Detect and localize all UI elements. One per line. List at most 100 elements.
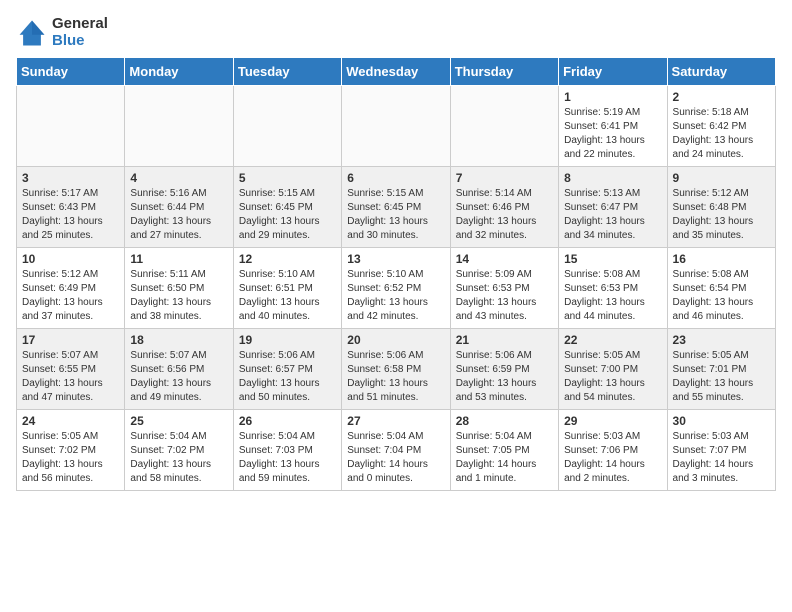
day-info: Sunrise: 5:08 AM Sunset: 6:53 PM Dayligh…: [564, 268, 661, 324]
day-number: 25: [130, 414, 227, 428]
day-info: Sunrise: 5:16 AM Sunset: 6:44 PM Dayligh…: [130, 187, 227, 243]
day-info: Sunrise: 5:04 AM Sunset: 7:03 PM Dayligh…: [239, 430, 336, 486]
calendar-cell: 8Sunrise: 5:13 AM Sunset: 6:47 PM Daylig…: [559, 167, 667, 248]
day-info: Sunrise: 5:05 AM Sunset: 7:01 PM Dayligh…: [673, 349, 770, 405]
day-info: Sunrise: 5:05 AM Sunset: 7:00 PM Dayligh…: [564, 349, 661, 405]
col-header-sunday: Sunday: [17, 58, 125, 86]
calendar-table: SundayMondayTuesdayWednesdayThursdayFrid…: [16, 57, 776, 491]
day-number: 21: [456, 333, 553, 347]
day-number: 18: [130, 333, 227, 347]
day-number: 17: [22, 333, 119, 347]
calendar-cell: 4 Sunrise: 5:16 AM Sunset: 6:44 PM Daylig…: [125, 167, 233, 248]
day-number: 14: [456, 252, 553, 266]
day-info: Sunrise: 5:03 AM Sunset: 7:07 PM Dayligh…: [673, 430, 770, 486]
day-info: Sunrise: 5:06 AM Sunset: 6:59 PM Dayligh…: [456, 349, 553, 405]
calendar-cell: 12Sunrise: 5:10 AM Sunset: 6:51 PM Dayli…: [233, 248, 341, 329]
calendar-cell: 18 Sunrise: 5:07 AM Sunset: 6:56 PM Dayli…: [125, 329, 233, 410]
calendar-cell: 6 Sunrise: 5:15 AM Sunset: 6:45 PM Daylig…: [342, 167, 450, 248]
day-number: 24: [22, 414, 119, 428]
calendar-cell: [342, 86, 450, 167]
page-header: General Blue: [16, 16, 776, 49]
day-info: Sunrise: 5:12 AM Sunset: 6:49 PM Dayligh…: [22, 268, 119, 324]
day-number: 12: [239, 252, 336, 266]
day-number: 28: [456, 414, 553, 428]
calendar-cell: [233, 86, 341, 167]
calendar-cell: 15Sunrise: 5:08 AM Sunset: 6:53 PM Dayli…: [559, 248, 667, 329]
col-header-friday: Friday: [559, 58, 667, 86]
col-header-tuesday: Tuesday: [233, 58, 341, 86]
calendar-cell: [125, 86, 233, 167]
calendar-cell: 30 Sunrise: 5:03 AM Sunset: 7:07 PM Dayli…: [667, 410, 775, 491]
day-number: 26: [239, 414, 336, 428]
calendar-cell: 13Sunrise: 5:10 AM Sunset: 6:52 PM Dayli…: [342, 248, 450, 329]
col-header-saturday: Saturday: [667, 58, 775, 86]
day-info: Sunrise: 5:09 AM Sunset: 6:53 PM Dayligh…: [456, 268, 553, 324]
day-number: 22: [564, 333, 661, 347]
calendar-cell: 29 Sunrise: 5:03 AM Sunset: 7:06 PM Dayli…: [559, 410, 667, 491]
day-info: Sunrise: 5:11 AM Sunset: 6:50 PM Dayligh…: [130, 268, 227, 324]
day-info: Sunrise: 5:18 AM Sunset: 6:42 PM Dayligh…: [673, 106, 770, 162]
calendar-cell: [17, 86, 125, 167]
day-number: 10: [22, 252, 119, 266]
day-number: 1: [564, 90, 661, 104]
calendar-week-4: 17 Sunrise: 5:07 AM Sunset: 6:55 PM Dayli…: [17, 329, 776, 410]
calendar-cell: 5 Sunrise: 5:15 AM Sunset: 6:45 PM Daylig…: [233, 167, 341, 248]
calendar-cell: 21 Sunrise: 5:06 AM Sunset: 6:59 PM Dayli…: [450, 329, 558, 410]
logo-general: General: [52, 16, 108, 33]
calendar-cell: 28 Sunrise: 5:04 AM Sunset: 7:05 PM Dayli…: [450, 410, 558, 491]
day-info: Sunrise: 5:07 AM Sunset: 6:55 PM Dayligh…: [22, 349, 119, 405]
day-number: 20: [347, 333, 444, 347]
calendar-week-3: 10 Sunrise: 5:12 AM Sunset: 6:49 PM Dayli…: [17, 248, 776, 329]
calendar-cell: 7 Sunrise: 5:14 AM Sunset: 6:46 PM Daylig…: [450, 167, 558, 248]
logo-icon: [16, 17, 48, 49]
day-number: 27: [347, 414, 444, 428]
day-info: Sunrise: 5:05 AM Sunset: 7:02 PM Dayligh…: [22, 430, 119, 486]
calendar-cell: 23 Sunrise: 5:05 AM Sunset: 7:01 PM Dayli…: [667, 329, 775, 410]
col-header-thursday: Thursday: [450, 58, 558, 86]
day-info: Sunrise: 5:08 AM Sunset: 6:54 PM Dayligh…: [673, 268, 770, 324]
calendar-week-2: 3 Sunrise: 5:17 AM Sunset: 6:43 PM Daylig…: [17, 167, 776, 248]
col-header-wednesday: Wednesday: [342, 58, 450, 86]
day-number: 3: [22, 171, 119, 185]
calendar-week-1: 1Sunrise: 5:19 AM Sunset: 6:41 PM Daylig…: [17, 86, 776, 167]
calendar-cell: 27Sunrise: 5:04 AM Sunset: 7:04 PM Dayli…: [342, 410, 450, 491]
day-number: 9: [673, 171, 770, 185]
day-info: Sunrise: 5:14 AM Sunset: 6:46 PM Dayligh…: [456, 187, 553, 243]
calendar-cell: [450, 86, 558, 167]
day-info: Sunrise: 5:03 AM Sunset: 7:06 PM Dayligh…: [564, 430, 661, 486]
day-number: 5: [239, 171, 336, 185]
day-info: Sunrise: 5:04 AM Sunset: 7:02 PM Dayligh…: [130, 430, 227, 486]
calendar-cell: 3 Sunrise: 5:17 AM Sunset: 6:43 PM Daylig…: [17, 167, 125, 248]
calendar-cell: 11 Sunrise: 5:11 AM Sunset: 6:50 PM Dayli…: [125, 248, 233, 329]
calendar-header-row: SundayMondayTuesdayWednesdayThursdayFrid…: [17, 58, 776, 86]
calendar-cell: 24 Sunrise: 5:05 AM Sunset: 7:02 PM Dayli…: [17, 410, 125, 491]
day-info: Sunrise: 5:17 AM Sunset: 6:43 PM Dayligh…: [22, 187, 119, 243]
day-info: Sunrise: 5:15 AM Sunset: 6:45 PM Dayligh…: [239, 187, 336, 243]
day-number: 6: [347, 171, 444, 185]
day-number: 30: [673, 414, 770, 428]
day-info: Sunrise: 5:06 AM Sunset: 6:58 PM Dayligh…: [347, 349, 444, 405]
day-info: Sunrise: 5:13 AM Sunset: 6:47 PM Dayligh…: [564, 187, 661, 243]
day-number: 16: [673, 252, 770, 266]
day-info: Sunrise: 5:06 AM Sunset: 6:57 PM Dayligh…: [239, 349, 336, 405]
day-number: 19: [239, 333, 336, 347]
day-info: Sunrise: 5:04 AM Sunset: 7:05 PM Dayligh…: [456, 430, 553, 486]
day-number: 13: [347, 252, 444, 266]
day-number: 11: [130, 252, 227, 266]
calendar-cell: 20 Sunrise: 5:06 AM Sunset: 6:58 PM Dayli…: [342, 329, 450, 410]
calendar-cell: 26 Sunrise: 5:04 AM Sunset: 7:03 PM Dayli…: [233, 410, 341, 491]
day-number: 4: [130, 171, 227, 185]
logo: General Blue: [16, 16, 108, 49]
col-header-monday: Monday: [125, 58, 233, 86]
day-info: Sunrise: 5:07 AM Sunset: 6:56 PM Dayligh…: [130, 349, 227, 405]
day-number: 2: [673, 90, 770, 104]
calendar-cell: 14 Sunrise: 5:09 AM Sunset: 6:53 PM Dayli…: [450, 248, 558, 329]
logo-blue: Blue: [52, 33, 108, 50]
calendar-cell: 25 Sunrise: 5:04 AM Sunset: 7:02 PM Dayli…: [125, 410, 233, 491]
day-number: 23: [673, 333, 770, 347]
day-number: 29: [564, 414, 661, 428]
calendar-cell: 2 Sunrise: 5:18 AM Sunset: 6:42 PM Daylig…: [667, 86, 775, 167]
day-info: Sunrise: 5:15 AM Sunset: 6:45 PM Dayligh…: [347, 187, 444, 243]
day-number: 7: [456, 171, 553, 185]
calendar-cell: 9Sunrise: 5:12 AM Sunset: 6:48 PM Daylig…: [667, 167, 775, 248]
